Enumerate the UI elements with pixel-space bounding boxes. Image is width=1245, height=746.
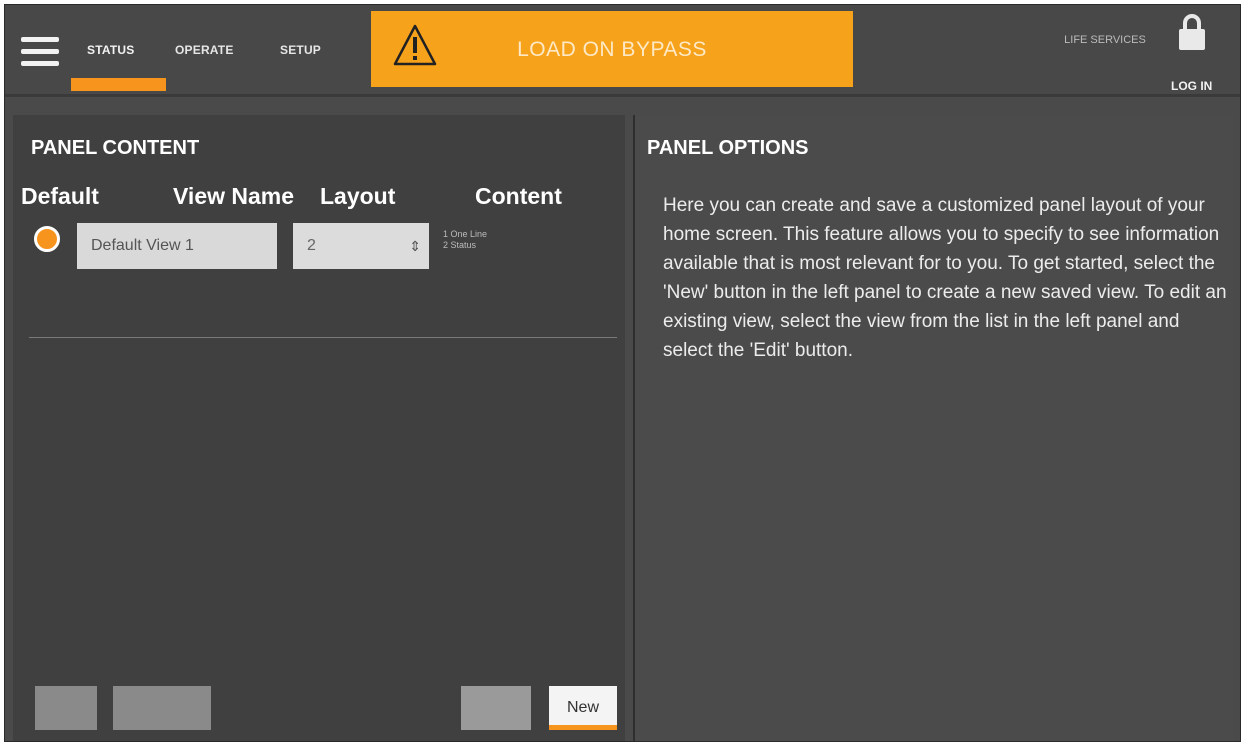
content-item: 2 Status	[443, 240, 477, 250]
column-header-view-name: View Name	[173, 183, 295, 209]
view-name-field[interactable]: Default View 1	[77, 223, 277, 269]
disabled-button-1[interactable]	[35, 686, 97, 730]
tab-setup[interactable]: SETUP	[280, 43, 321, 57]
alarm-banner-text: LOAD ON BYPASS	[517, 38, 707, 61]
app-frame: STATUS OPERATE SETUP LOAD ON BYPASS LIFE…	[4, 4, 1241, 742]
layout-select[interactable]: 2 ⇕	[293, 223, 429, 269]
column-header-default: Default	[21, 183, 99, 209]
panel-options-description: Here you can create and save a customize…	[663, 195, 1227, 361]
content-list: 1 One Line 2 Status	[443, 229, 487, 251]
disabled-button-3[interactable]	[461, 686, 531, 730]
panel-content-title: PANEL CONTENT	[31, 137, 200, 159]
new-button-label: New	[566, 699, 599, 716]
tab-status[interactable]: STATUS	[87, 43, 134, 57]
lock-icon[interactable]	[1177, 13, 1207, 51]
new-button-indicator	[549, 725, 617, 730]
layout-select-value: 2	[307, 237, 316, 254]
hamburger-menu-icon[interactable]	[21, 37, 59, 67]
login-button[interactable]: LOG IN	[1171, 79, 1212, 93]
alarm-banner[interactable]: LOAD ON BYPASS	[371, 11, 853, 87]
panel-content-section: PANEL CONTENT Default View Name Layout C…	[13, 115, 625, 741]
column-header-layout: Layout	[320, 183, 396, 209]
disabled-button-2[interactable]	[113, 686, 211, 730]
panel-options-section: PANEL OPTIONS Here you can create and sa…	[633, 115, 1234, 741]
default-radio-button[interactable]	[34, 226, 60, 252]
content-item: 1 One Line	[443, 229, 488, 239]
panel-options-title: PANEL OPTIONS	[647, 137, 809, 159]
new-button[interactable]: New	[549, 686, 617, 730]
tab-operate[interactable]: OPERATE	[175, 43, 234, 57]
select-arrows-icon: ⇕	[409, 238, 421, 254]
active-tab-indicator	[71, 78, 166, 91]
life-services-link[interactable]: LIFE SERVICES	[1060, 33, 1150, 48]
column-header-content: Content	[475, 183, 562, 209]
top-bar: STATUS OPERATE SETUP LOAD ON BYPASS LIFE…	[5, 5, 1240, 97]
divider	[29, 337, 617, 338]
